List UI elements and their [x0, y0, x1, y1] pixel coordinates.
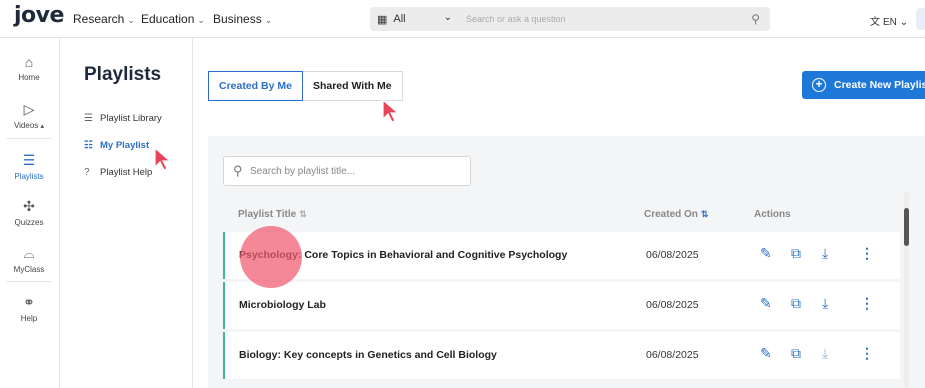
caret-icon: ▴ — [40, 123, 45, 130]
column-header-actions: Actions — [754, 209, 791, 220]
cursor-arrow-icon — [154, 146, 172, 171]
sidebar-item-playlist-help[interactable]: ? Playlist Help — [84, 167, 152, 178]
created-on-date: 06/08/2025 — [646, 299, 699, 311]
rail-item-quizzes[interactable]: ✣ Quizzes — [0, 198, 58, 227]
cursor-arrow-icon — [382, 98, 400, 123]
global-search-input[interactable] — [462, 7, 732, 31]
tab-created-by-me[interactable]: Created By Me — [208, 71, 303, 101]
library-icon: ☰ — [84, 113, 93, 124]
edit-icon[interactable]: ✎ — [760, 245, 772, 262]
list-icon: ☷ — [84, 140, 93, 151]
grid-icon: ▦ — [377, 13, 388, 26]
search-filter-value: All — [393, 13, 406, 25]
graduation-cap-icon: ⌓ — [23, 245, 35, 261]
share-icon[interactable]: ⧉ — [791, 245, 801, 262]
playlist-search-input[interactable] — [250, 163, 460, 180]
rail-item-label: MyClass — [13, 265, 45, 274]
sidebar-item-label: Playlist Help — [100, 167, 153, 178]
tab-shared-with-me[interactable]: Shared With Me — [302, 71, 403, 101]
click-highlight — [240, 226, 302, 288]
sidebar-item-label: My Playlist — [100, 140, 150, 151]
table-row[interactable]: Microbiology Lab 06/08/2025 ✎ ⧉ ⤓ ⋮ — [223, 282, 900, 329]
playlist-title[interactable]: Biology: Key concepts in Genetics and Ce… — [239, 349, 497, 361]
language-selector[interactable]: 文 EN ⌄ — [870, 13, 908, 28]
playlist-tabs: Created By Me Shared With Me — [208, 71, 403, 101]
chevron-down-icon: ⌄ — [264, 15, 273, 25]
share-icon[interactable]: ⧉ — [791, 345, 801, 362]
nav-education[interactable]: Education ⌄ — [141, 12, 205, 26]
divider — [6, 281, 52, 282]
nav-research[interactable]: Research ⌄ — [73, 12, 135, 26]
sidebar-item-playlist-library[interactable]: ☰ Playlist Library — [84, 113, 162, 124]
puzzle-icon: ✣ — [23, 198, 35, 214]
edit-icon[interactable]: ✎ — [760, 295, 772, 312]
playlists-sidebar: Playlists ☰ Playlist Library ☷ My Playli… — [60, 38, 193, 388]
rail-item-help[interactable]: ⚭ Help — [0, 294, 58, 323]
home-icon: ⌂ — [24, 54, 34, 70]
create-new-playlist-button[interactable]: + Create New Playlist — [802, 71, 925, 99]
language-label: EN — [883, 17, 897, 28]
sidebar-item-label: Playlist Library — [100, 113, 162, 124]
left-rail: ⌂ Home ▷ Videos ▴ ☰ Playlists ✣ Quizzes … — [0, 38, 60, 388]
table-row[interactable]: Psychology: Core Topics in Behavioral an… — [223, 232, 900, 279]
rail-item-myclass[interactable]: ⌓ MyClass — [0, 245, 58, 274]
table-scrollbar-thumb[interactable] — [904, 208, 909, 246]
sort-icon: ⇅ — [700, 209, 709, 219]
created-on-date: 06/08/2025 — [646, 349, 699, 361]
search-icon: ⚲ — [233, 163, 243, 178]
more-options-icon[interactable]: ⋮ — [860, 245, 874, 262]
sort-icon: ⇅ — [299, 209, 307, 219]
table-row[interactable]: Biology: Key concepts in Genetics and Ce… — [223, 332, 900, 379]
search-icon[interactable]: ⚲ — [751, 12, 760, 26]
search-filter-select[interactable]: ▦ All ⌄ — [370, 7, 458, 31]
download-icon[interactable]: ⤓ — [822, 245, 828, 262]
edit-icon[interactable]: ✎ — [760, 345, 772, 362]
rail-item-playlists[interactable]: ☰ Playlists — [0, 152, 58, 181]
jove-logo[interactable]: jove — [14, 3, 64, 28]
created-on-date: 06/08/2025 — [646, 249, 699, 261]
column-header-created-on[interactable]: Created On ⇅ — [644, 209, 708, 220]
translate-icon: 文 — [870, 17, 880, 28]
rail-item-label: Help — [20, 314, 38, 323]
rail-item-home[interactable]: ⌂ Home — [0, 54, 58, 82]
divider — [6, 138, 52, 139]
playlist-search-box: ⚲ — [223, 156, 471, 186]
download-icon[interactable]: ⤓ — [822, 295, 828, 312]
nav-education-label: Education — [141, 12, 195, 26]
nav-business[interactable]: Business ⌄ — [213, 12, 272, 26]
share-icon[interactable]: ⧉ — [791, 295, 801, 312]
playlist-icon: ☰ — [22, 152, 36, 168]
avatar[interactable] — [916, 8, 925, 30]
nav-business-label: Business — [213, 12, 262, 26]
playlist-panel: ⚲ Playlist Title⇅ Created On⇅ Actions Ps… — [208, 136, 925, 388]
column-header-title-label: Playlist Title — [238, 209, 297, 220]
rail-item-label: Quizzes — [14, 218, 44, 227]
page-title: Playlists — [84, 64, 162, 85]
rail-item-label: Playlists — [14, 172, 44, 181]
column-header-created-on-label: Created On — [644, 209, 698, 220]
column-header-title[interactable]: Playlist Title ⇅ — [238, 209, 307, 220]
chevron-down-icon: ⌄ — [197, 15, 205, 25]
chevron-down-icon: ⌄ — [443, 12, 452, 23]
chevron-down-icon: ⌄ — [127, 15, 135, 25]
rail-item-label: Home — [18, 73, 40, 82]
rail-item-videos[interactable]: ▷ Videos ▴ — [0, 101, 58, 130]
rail-item-label: Videos — [13, 121, 39, 130]
more-options-icon[interactable]: ⋮ — [860, 295, 874, 312]
global-search-bar: ▦ All ⌄ ⚲ — [370, 7, 770, 31]
help-circle-icon: ? — [84, 167, 90, 178]
download-icon[interactable]: ⤓ — [822, 345, 828, 362]
create-new-playlist-label: Create New Playlist — [834, 79, 925, 91]
playlist-title[interactable]: Microbiology Lab — [239, 299, 326, 311]
nav-research-label: Research — [73, 12, 125, 26]
video-icon: ▷ — [23, 101, 35, 117]
link-icon: ⚭ — [23, 294, 35, 310]
sidebar-item-my-playlist[interactable]: ☷ My Playlist — [84, 140, 149, 151]
chevron-down-icon: ⌄ — [899, 17, 909, 28]
more-options-icon[interactable]: ⋮ — [860, 345, 874, 362]
top-bar: jove Research ⌄ Education ⌄ Business ⌄ ▦ Al… — [0, 0, 925, 38]
plus-circle-icon: + — [812, 78, 826, 92]
